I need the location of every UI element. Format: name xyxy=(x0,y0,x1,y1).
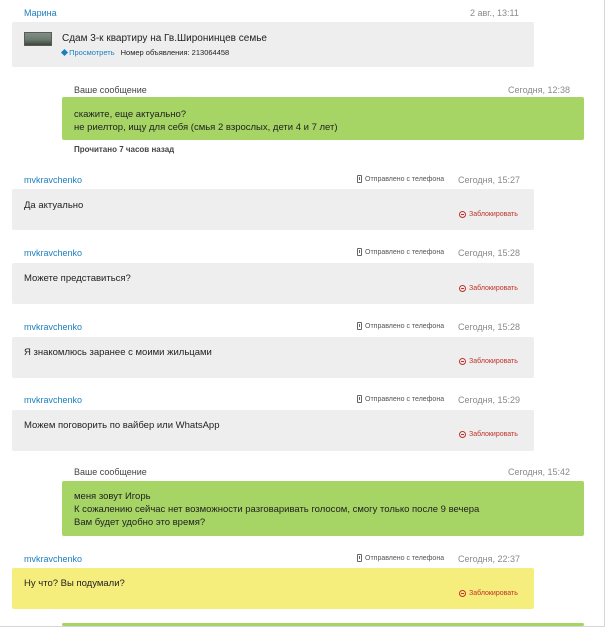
message-date: Сегодня, 22:37 xyxy=(458,554,521,564)
phone-icon xyxy=(357,248,362,256)
listing-number: Номер объявления: 213064458 xyxy=(120,48,230,57)
incoming-message-bubble: Я знакомлюсь заранее с моими жильцами xyxy=(12,337,534,378)
sender-name[interactable]: mvkravchenko xyxy=(24,175,82,185)
sent-from-phone: Отправлено с телефона xyxy=(357,175,444,183)
block-user-link[interactable]: Заблокировать xyxy=(459,211,518,218)
block-icon xyxy=(459,431,466,438)
message-date: Сегодня, 12:38 xyxy=(508,85,571,95)
listing-title[interactable]: Сдам 3-к квартиру на Гв.Широнинцев семье xyxy=(62,32,267,45)
message-date: Сегодня, 15:42 xyxy=(508,467,571,477)
phone-icon xyxy=(357,554,362,562)
block-icon xyxy=(459,358,466,365)
message-line: меня зовут Игорь xyxy=(74,491,151,502)
unread-message-bubble: Ну что? Вы подумали? xyxy=(12,568,534,609)
message-line: Я знакомлюсь заранее с моими жильцами xyxy=(24,347,212,358)
incoming-message-bubble: Да актуально xyxy=(12,189,534,230)
own-message-label: Ваше сообщение xyxy=(74,467,147,477)
listing-card[interactable]: Сдам 3-к квартиру на Гв.Широнинцев семье… xyxy=(12,22,534,67)
sent-from-phone: Отправлено с телефона xyxy=(357,322,444,330)
listing-date: 2 авг., 13:11 xyxy=(470,8,519,18)
phone-icon xyxy=(357,322,362,330)
block-icon xyxy=(459,285,466,292)
sent-from-phone: Отправлено с телефона xyxy=(357,554,444,562)
block-user-link[interactable]: Заблокировать xyxy=(459,358,518,365)
own-message-bubble: меня зовут Игорь К сожалению сейчас нет … xyxy=(62,481,584,536)
sent-from-phone: Отправлено с телефона xyxy=(357,248,444,256)
block-user-link[interactable]: Заблокировать xyxy=(459,590,518,597)
view-listing-link[interactable]: Просмотреть xyxy=(60,46,115,59)
message-date: Сегодня, 15:28 xyxy=(458,248,521,258)
block-user-link[interactable]: Заблокировать xyxy=(459,285,518,292)
message-date: Сегодня, 15:29 xyxy=(458,395,521,405)
listing-sender-name[interactable]: Марина xyxy=(24,8,57,18)
block-icon xyxy=(459,590,466,597)
sender-name[interactable]: mvkravchenko xyxy=(24,322,82,332)
message-line: скажите, еще актуально? xyxy=(74,109,187,120)
message-line: Ну что? Вы подумали? xyxy=(24,578,125,589)
phone-icon xyxy=(357,175,362,183)
read-status: Прочитано 7 часов назад xyxy=(74,145,175,154)
own-message-label: Ваше сообщение xyxy=(74,85,147,95)
sender-name[interactable]: mvkravchenko xyxy=(24,248,82,258)
block-icon xyxy=(459,211,466,218)
message-date: Сегодня, 15:28 xyxy=(458,322,521,332)
message-date: Сегодня, 15:27 xyxy=(458,175,521,185)
own-message-bubble-partial xyxy=(62,623,584,626)
message-line: Вам будет удобно это время? xyxy=(74,517,206,528)
sender-name[interactable]: mvkravchenko xyxy=(24,554,82,564)
incoming-message-bubble: Можете представиться? xyxy=(12,263,534,304)
own-message-bubble: скажите, еще актуально? не риелтор, ищу … xyxy=(62,97,584,140)
message-line: Можете представиться? xyxy=(24,273,131,284)
view-icon xyxy=(60,48,69,57)
message-line: Можем поговорить по вайбер или WhatsApp xyxy=(24,420,220,431)
listing-thumbnail[interactable] xyxy=(24,32,52,46)
listing-meta: Просмотреть Номер объявления: 213064458 xyxy=(60,46,230,59)
message-line: К сожалению сейчас нет возможности разго… xyxy=(74,504,480,515)
message-line: не риелтор, ищу для себя (смья 2 взрослы… xyxy=(74,122,338,133)
sender-name[interactable]: mvkravchenko xyxy=(24,395,82,405)
block-user-link[interactable]: Заблокировать xyxy=(459,431,518,438)
message-line: Да актуально xyxy=(24,200,84,211)
incoming-message-bubble: Можем поговорить по вайбер или WhatsApp xyxy=(12,410,534,451)
sent-from-phone: Отправлено с телефона xyxy=(357,395,444,403)
phone-icon xyxy=(357,395,362,403)
